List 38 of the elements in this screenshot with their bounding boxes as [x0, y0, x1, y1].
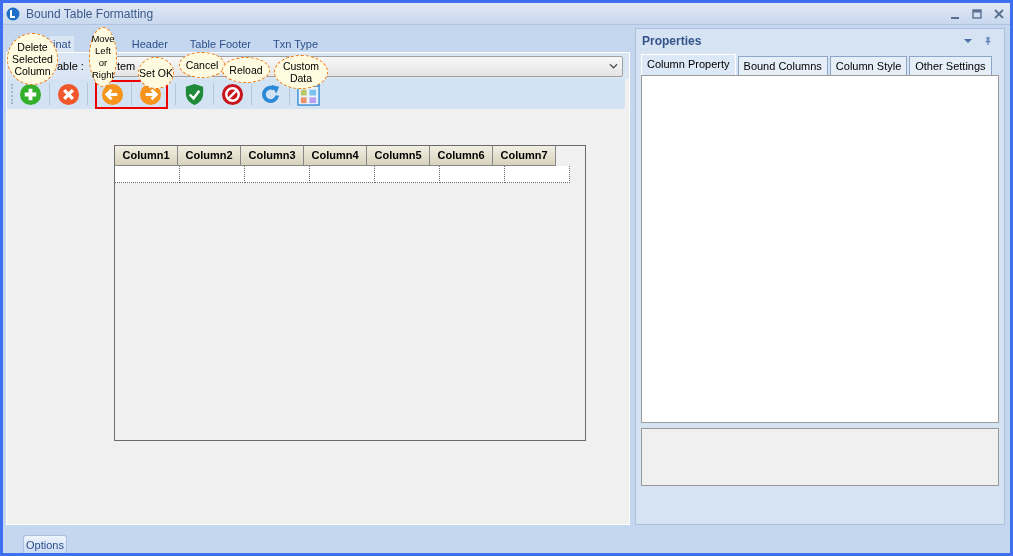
- tab[interactable]: Column Style: [829, 56, 908, 75]
- tab[interactable]: Column Property: [641, 54, 736, 75]
- column-header[interactable]: Column3: [241, 146, 304, 166]
- maximize-icon[interactable]: [972, 8, 982, 19]
- window-title: Bound Table Formatting: [26, 6, 154, 21]
- tab[interactable]: Options: [23, 535, 67, 553]
- column-header[interactable]: Column5: [367, 146, 430, 166]
- arrow-left-icon[interactable]: [101, 82, 124, 106]
- tab[interactable]: Table Footer: [186, 36, 254, 52]
- table-cell[interactable]: [440, 166, 505, 183]
- panel-title: Properties: [642, 34, 702, 48]
- table-cell[interactable]: [310, 166, 375, 183]
- table-cell[interactable]: [180, 166, 245, 183]
- column-header[interactable]: Column1: [115, 146, 178, 166]
- tab[interactable]: Other Settings: [909, 56, 992, 75]
- close-icon[interactable]: [994, 8, 1004, 19]
- column-header[interactable]: Column6: [430, 146, 493, 166]
- reload-icon[interactable]: [259, 82, 282, 106]
- shield-check-icon[interactable]: [183, 82, 206, 106]
- callout: Move Left or Right: [89, 27, 117, 87]
- table-label: able :: [57, 60, 84, 72]
- delete-icon[interactable]: [57, 82, 80, 106]
- app-logo-icon: [6, 6, 20, 21]
- table-cell[interactable]: [375, 166, 440, 183]
- column-header[interactable]: Column7: [493, 146, 556, 166]
- dropdown-arrow-icon[interactable]: [963, 37, 973, 45]
- tab[interactable]: Header: [128, 36, 171, 52]
- column-header[interactable]: Column2: [178, 146, 241, 166]
- chevron-down-icon: [609, 63, 618, 69]
- column-header[interactable]: Column4: [304, 146, 367, 166]
- table-cell[interactable]: [245, 166, 310, 183]
- tab[interactable]: Txn Type: [270, 36, 322, 52]
- cancel-icon[interactable]: [221, 82, 244, 106]
- tab[interactable]: Bound Columns: [737, 56, 828, 75]
- table-cell[interactable]: [505, 166, 570, 183]
- pin-icon[interactable]: [983, 37, 993, 45]
- table-cell[interactable]: [115, 166, 180, 183]
- plus-icon[interactable]: [19, 82, 42, 106]
